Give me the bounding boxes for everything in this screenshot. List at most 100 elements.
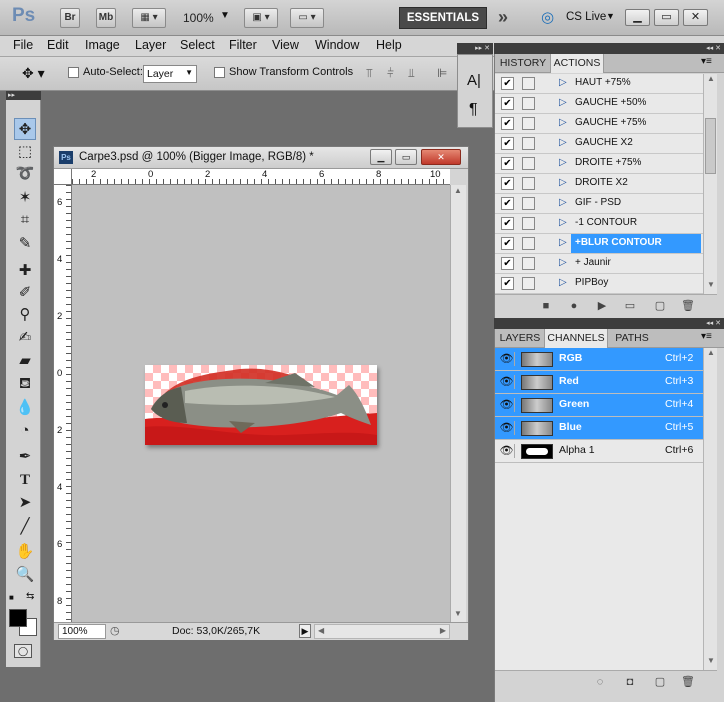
- scroll-down-icon[interactable]: ▼: [707, 280, 715, 289]
- vertical-scrollbar[interactable]: ▲ ▼: [450, 185, 466, 622]
- hand-tool-icon[interactable]: ✋: [14, 541, 36, 563]
- zoom-dropdown-icon[interactable]: ▼: [220, 10, 230, 21]
- expand-triangle-icon[interactable]: ▷: [559, 157, 567, 168]
- expand-triangle-icon[interactable]: ▷: [559, 177, 567, 188]
- save-selection-icon[interactable]: ◘: [621, 673, 639, 691]
- menu-help[interactable]: Help: [376, 38, 402, 52]
- toolbox-header[interactable]: ▸▸: [6, 91, 41, 100]
- scroll-up-icon[interactable]: ▲: [707, 348, 715, 357]
- align-vcenter-icon[interactable]: ⫩: [387, 66, 394, 81]
- expand-triangle-icon[interactable]: ▷: [559, 257, 567, 268]
- history-brush-tool-icon[interactable]: ✍: [14, 327, 36, 349]
- expand-triangle-icon[interactable]: ▷: [559, 277, 567, 288]
- expand-triangle-icon[interactable]: ▷: [559, 117, 567, 128]
- status-menu-icon[interactable]: ▶: [299, 624, 311, 638]
- line-tool-icon[interactable]: ╱: [14, 516, 36, 538]
- dock-header[interactable]: ◂◂ ✕: [494, 43, 724, 54]
- menu-window[interactable]: Window: [315, 38, 359, 52]
- action-toggle-checkbox[interactable]: ✔: [501, 217, 514, 230]
- move-tool-icon[interactable]: ✥: [14, 118, 36, 140]
- zoom-level[interactable]: 100%: [183, 11, 214, 25]
- scroll-up-icon[interactable]: ▲: [454, 186, 462, 195]
- pen-tool-icon[interactable]: ✒: [14, 446, 36, 468]
- status-zoom-field[interactable]: 100%: [58, 624, 106, 639]
- tab-history[interactable]: HISTORY: [497, 54, 549, 73]
- expand-triangle-icon[interactable]: ▷: [559, 197, 567, 208]
- screen-mode-button[interactable]: ▭ ▾: [290, 8, 324, 28]
- crop-tool-icon[interactable]: ⌗: [14, 209, 36, 231]
- menu-view[interactable]: View: [272, 38, 299, 52]
- panel-menu-icon[interactable]: ▾≡: [701, 56, 712, 67]
- visibility-eye-icon[interactable]: 👁: [499, 352, 515, 366]
- dialog-toggle-checkbox[interactable]: [522, 117, 535, 130]
- play-icon[interactable]: ▶: [593, 297, 611, 315]
- action-item[interactable]: ✔ ▷ GIF - PSD: [495, 194, 703, 214]
- arrange-documents-button[interactable]: ▣ ▾: [244, 8, 278, 28]
- auto-select-dropdown[interactable]: Layer ▼: [143, 65, 197, 83]
- lasso-tool-icon[interactable]: ➰: [14, 163, 36, 185]
- scroll-left-icon[interactable]: ◀: [318, 626, 324, 635]
- menu-select[interactable]: Select: [180, 38, 215, 52]
- foreground-color-swatch[interactable]: [9, 609, 27, 627]
- marquee-tool-icon[interactable]: ⬚: [14, 141, 36, 163]
- dialog-toggle-checkbox[interactable]: [522, 237, 535, 250]
- action-toggle-checkbox[interactable]: ✔: [501, 137, 514, 150]
- new-action-icon[interactable]: ▢: [651, 297, 669, 315]
- eyedropper-tool-icon[interactable]: ✎: [14, 233, 36, 255]
- action-item[interactable]: ✔ ▷ DROITE +75%: [495, 154, 703, 174]
- maximize-button[interactable]: ▭: [654, 9, 679, 26]
- align-bottom-icon[interactable]: ⫫: [408, 66, 415, 81]
- expand-triangle-icon[interactable]: ▷: [559, 217, 567, 228]
- scroll-up-icon[interactable]: ▲: [707, 74, 715, 83]
- action-item[interactable]: ✔ ▷ PIPBoy: [495, 274, 703, 294]
- load-selection-icon[interactable]: ◌: [591, 673, 609, 691]
- close-button[interactable]: ✕: [683, 9, 708, 26]
- channel-row[interactable]: 👁 Blue Ctrl+5: [495, 417, 715, 440]
- default-colors-icon[interactable]: ■: [9, 593, 14, 602]
- action-item[interactable]: ✔ ▷ GAUCHE +75%: [495, 114, 703, 134]
- dialog-toggle-checkbox[interactable]: [522, 257, 535, 270]
- expand-triangle-icon[interactable]: ▷: [559, 137, 567, 148]
- tab-layers[interactable]: LAYERS: [497, 329, 543, 348]
- doc-close-button[interactable]: ✕: [421, 149, 461, 165]
- expand-triangle-icon[interactable]: ▷: [559, 77, 567, 88]
- action-toggle-checkbox[interactable]: ✔: [501, 177, 514, 190]
- dialog-toggle-checkbox[interactable]: [522, 197, 535, 210]
- channel-row[interactable]: 👁 Alpha 1 Ctrl+6: [495, 440, 715, 463]
- dialog-toggle-checkbox[interactable]: [522, 77, 535, 90]
- bridge-button[interactable]: Br: [60, 8, 80, 28]
- trash-icon[interactable]: 🗑: [679, 297, 697, 315]
- action-item[interactable]: ✔ ▷ +BLUR CONTOUR: [495, 234, 703, 254]
- show-transform-checkbox[interactable]: [214, 67, 225, 78]
- action-toggle-checkbox[interactable]: ✔: [501, 157, 514, 170]
- action-toggle-checkbox[interactable]: ✔: [501, 197, 514, 210]
- scroll-down-icon[interactable]: ▼: [454, 609, 462, 618]
- new-set-icon[interactable]: ▭: [621, 297, 639, 315]
- type-tool-icon[interactable]: T: [14, 469, 36, 491]
- action-toggle-checkbox[interactable]: ✔: [501, 257, 514, 270]
- doc-minimize-button[interactable]: ▁: [370, 149, 392, 165]
- minimize-button[interactable]: ▁: [625, 9, 650, 26]
- status-info-icon[interactable]: ◷: [110, 624, 120, 637]
- essentials-workspace-button[interactable]: ESSENTIALS: [399, 7, 487, 29]
- menu-image[interactable]: Image: [85, 38, 120, 52]
- healing-brush-tool-icon[interactable]: ✚: [14, 260, 36, 282]
- menu-filter[interactable]: Filter: [229, 38, 257, 52]
- stop-icon[interactable]: ■: [537, 297, 555, 315]
- channel-row[interactable]: 👁 RGB Ctrl+2: [495, 348, 715, 371]
- trash-icon[interactable]: 🗑: [679, 673, 697, 691]
- action-toggle-checkbox[interactable]: ✔: [501, 117, 514, 130]
- visibility-eye-icon[interactable]: 👁: [499, 421, 515, 435]
- menu-layer[interactable]: Layer: [135, 38, 166, 52]
- channels-scrollbar[interactable]: ▲ ▼: [703, 348, 717, 670]
- tab-actions[interactable]: ACTIONS: [550, 54, 604, 73]
- eraser-tool-icon[interactable]: ▰: [14, 350, 36, 372]
- paint-bucket-tool-icon[interactable]: ⛾: [14, 373, 36, 395]
- more-workspaces-icon[interactable]: »: [498, 7, 508, 28]
- tab-channels[interactable]: CHANNELS: [544, 329, 608, 348]
- dialog-toggle-checkbox[interactable]: [522, 97, 535, 110]
- align-top-icon[interactable]: ⫪: [366, 66, 373, 81]
- expand-triangle-icon[interactable]: ▷: [559, 97, 567, 108]
- move-tool-preset-icon[interactable]: ✥ ▾: [22, 65, 45, 82]
- dock-header-2[interactable]: ◂◂ ✕: [494, 318, 724, 329]
